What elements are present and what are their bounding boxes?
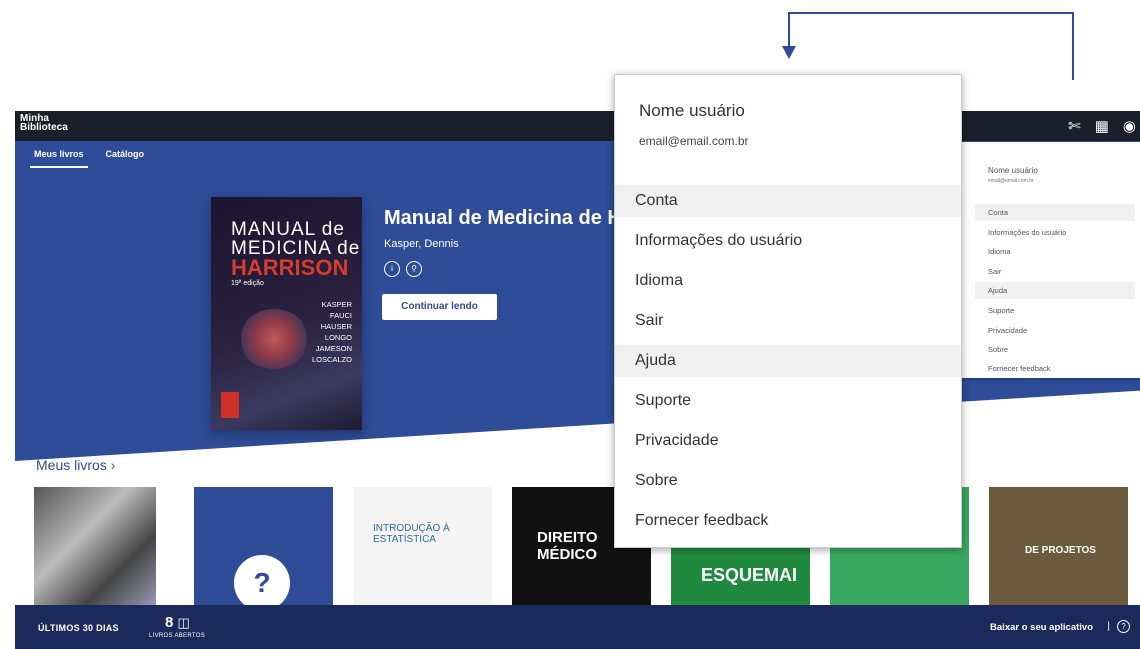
period-label: ÚLTIMOS 30 DIAS [38, 623, 119, 633]
cover-authors: KASPER FAUCI HAUSER LONGO JAMESON LOSCAL… [312, 299, 352, 365]
book-author: Kasper, Dennis [384, 238, 459, 250]
download-app-link[interactable]: Baixar o seu aplicativo [990, 622, 1093, 633]
tab-catalogo[interactable]: Catálogo [106, 149, 145, 168]
shelf-heading-label: Meus livros [36, 457, 107, 473]
book-card[interactable]: DE PROJETOS [989, 487, 1128, 607]
apps-grid-icon[interactable]: ▦ [1095, 117, 1109, 135]
menu-item-privacy[interactable]: Privacidade [635, 432, 719, 450]
publisher-logo [221, 392, 239, 418]
search-icon[interactable]: ⚲ [406, 261, 422, 277]
book-card[interactable] [34, 487, 156, 607]
menu-item-conta[interactable]: Conta [988, 208, 1008, 217]
menu-item-about[interactable]: Sobre [635, 472, 678, 490]
cover-author: KASPER [321, 300, 352, 309]
menu-item-user-info[interactable]: Informações do usuário [988, 228, 1066, 237]
menu-item-help[interactable]: Ajuda [635, 352, 676, 370]
virus-illustration [239, 309, 309, 369]
book-card-title: DE PROJETOS [1025, 545, 1096, 556]
arrow-line [788, 12, 1074, 14]
info-icon[interactable]: i [384, 261, 400, 277]
help-icon: ? [234, 555, 290, 611]
menu-item-user-info[interactable]: Informações do usuário [635, 232, 802, 250]
cover-edition: 19ª edição [231, 280, 264, 287]
menu-item-privacy[interactable]: Privacidade [988, 326, 1027, 335]
top-bar: Minha Biblioteca ✄ ▦ ◉ [15, 111, 1140, 141]
menu-item-conta[interactable]: Conta [635, 192, 678, 210]
books-count-value: 8 [165, 614, 174, 631]
help-icon[interactable]: ? [1117, 620, 1130, 633]
account-icon[interactable]: ◉ [1123, 117, 1136, 135]
user-name: Nome usuário [988, 166, 1038, 175]
logo-line: Biblioteca [20, 122, 68, 133]
menu-item-support[interactable]: Suporte [635, 392, 691, 410]
book-card[interactable]: ? [194, 487, 333, 611]
menu-item-support[interactable]: Suporte [988, 306, 1014, 315]
tab-bar: Meus livros Catálogo [30, 149, 144, 168]
tab-meus-livros[interactable]: Meus livros [30, 149, 88, 168]
cover-author: LOSCALZO [311, 355, 352, 364]
book-card-title: ESQUEMAI [701, 565, 798, 585]
chevron-right-icon: › [110, 457, 116, 473]
menu-item-logout[interactable]: Sair [635, 312, 663, 330]
book-card[interactable]: INTRODUÇÃO À ESTATÍSTICA [353, 487, 492, 607]
arrow-line [1072, 12, 1074, 80]
continue-reading-button[interactable]: Continuar lendo [382, 294, 497, 320]
menu-item-language[interactable]: Idioma [988, 247, 1011, 256]
cover-author: JAMESON [315, 344, 352, 353]
menu-item-feedback[interactable]: Fornecer feedback [988, 364, 1051, 373]
arrow-line [788, 12, 790, 48]
user-name: Nome usuário [639, 101, 745, 120]
bottom-bar: ÚLTIMOS 30 DIAS 8 ◫ LIVROS ABERTOS Baixa… [15, 605, 1140, 649]
cover-author: LONGO [324, 333, 352, 342]
logo[interactable]: Minha Biblioteca [20, 114, 68, 133]
open-book-icon: ◫ [177, 615, 190, 630]
menu-item-help[interactable]: Ajuda [988, 286, 1007, 295]
menu-item-logout[interactable]: Sair [988, 267, 1001, 276]
cover-author: FAUCI [329, 311, 352, 320]
books-count: 8 ◫ [165, 614, 190, 631]
book-card-title: INTRODUÇÃO À ESTATÍSTICA [373, 523, 450, 545]
separator: | [1107, 621, 1110, 632]
top-icons: ✄ ▦ ◉ [1068, 117, 1140, 135]
menu-item-feedback[interactable]: Fornecer feedback [635, 512, 768, 530]
shelf-heading[interactable]: Meus livros › [36, 457, 115, 473]
arrow-head-icon [782, 46, 796, 59]
account-menu-small: Nome usuário email@email.com.br Conta In… [950, 142, 1140, 378]
user-email: email@email.com.br [988, 178, 1034, 184]
menu-item-about[interactable]: Sobre [988, 345, 1008, 354]
cover-author: HAUSER [320, 322, 352, 331]
menu-item-language[interactable]: Idioma [635, 272, 683, 290]
cover-title-line: HARRISON [231, 255, 349, 280]
book-icon[interactable]: ✄ [1068, 117, 1081, 135]
user-email: email@email.com.br [639, 134, 749, 148]
account-menu: Nome usuário email@email.com.br Conta In… [614, 74, 962, 548]
book-shelf: ? INTRODUÇÃO À ESTATÍSTICA DIREITO MÉDIC… [34, 487, 1140, 611]
books-count-label: LIVROS ABERTOS [149, 633, 205, 639]
book-cover[interactable]: MANUAL de MEDICINA de HARRISON 19ª ediçã… [211, 197, 362, 430]
